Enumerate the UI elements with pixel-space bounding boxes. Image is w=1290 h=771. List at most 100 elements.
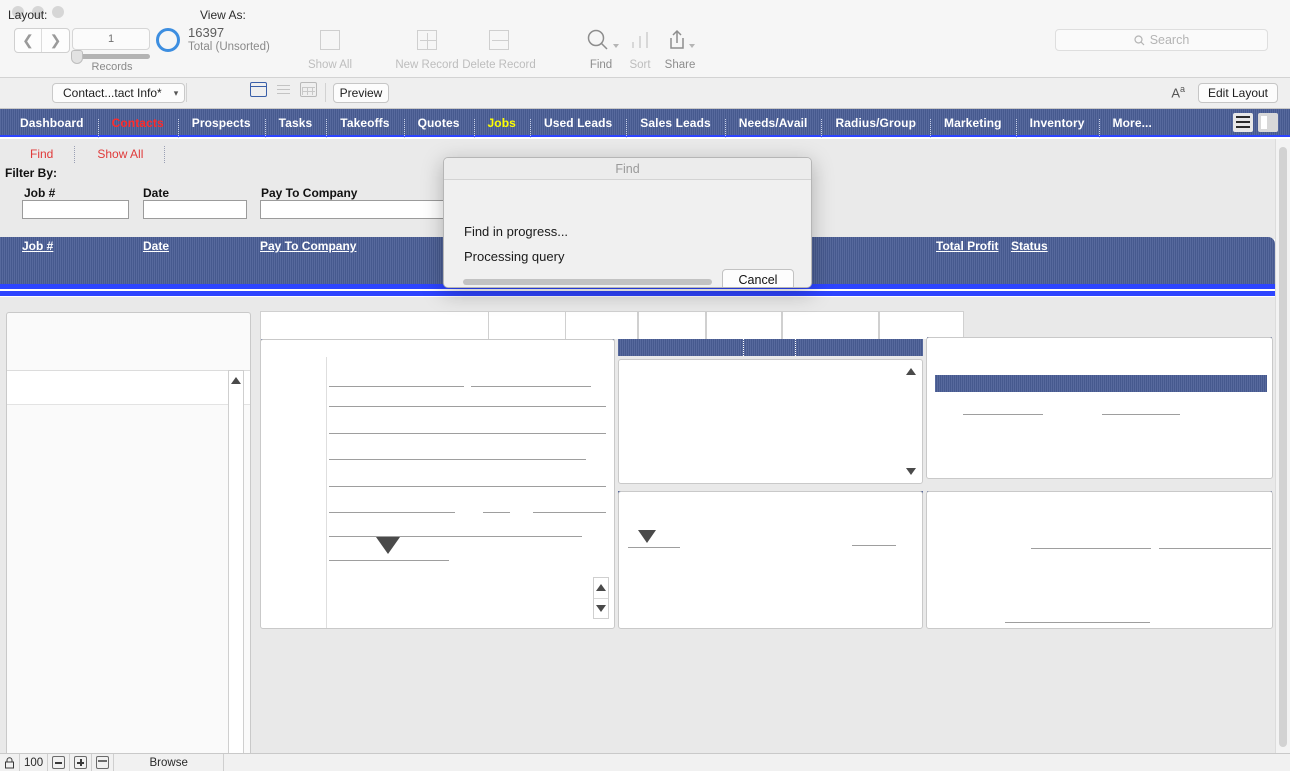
field-underline[interactable] [329,486,606,487]
left-panel-row [7,370,250,405]
scroll-up-icon[interactable] [231,377,241,384]
nav-tab-more[interactable]: More... [1099,116,1166,130]
mode-selector[interactable]: Browse [114,754,224,771]
middle-panel-scrollbar[interactable] [593,577,609,619]
nav-tab-prospects[interactable]: Prospects [178,116,265,130]
dialog-title: Find [444,158,811,180]
nav-tab-needs-avail[interactable]: Needs/Avail [725,116,822,130]
record-navigation[interactable]: ❮ ❯ [14,28,70,53]
current-record-field[interactable]: 1 [72,28,150,50]
column-header-job[interactable]: Job # [22,239,53,253]
delete-record-button[interactable]: Delete Record [452,26,546,71]
dropdown-triangle-icon[interactable] [376,537,400,554]
column-header-date[interactable]: Date [143,239,169,253]
nav-tab-takeoffs[interactable]: Takeoffs [326,116,403,130]
middle-right-tabstrip-5[interactable] [782,311,879,339]
list-view-icon[interactable] [275,82,292,97]
list-view-toggle-icon[interactable] [1233,113,1253,132]
edit-layout-button[interactable]: Edit Layout [1198,83,1278,103]
filter-action-tabs: Find Show All [8,146,165,163]
field-underline[interactable] [329,459,586,460]
right-subpanel-header [935,375,1267,392]
field-underline[interactable] [852,545,896,546]
column-header-totalprofit[interactable]: Total Profit [936,239,998,253]
scroll-up-icon[interactable] [906,368,916,375]
field-underline[interactable] [628,547,680,548]
preview-button[interactable]: Preview [333,83,389,103]
field-underline[interactable] [329,406,606,407]
window-vertical-scrollbar[interactable] [1275,139,1290,757]
middle-right-tabstrip-3[interactable] [638,311,706,339]
filter-input-date[interactable] [143,200,247,219]
field-underline[interactable] [483,512,510,513]
nav-tab-used-leads[interactable]: Used Leads [530,116,626,130]
table-view-icon[interactable] [300,82,317,97]
scroll-down-icon[interactable] [906,468,916,475]
right-bottom-panel [926,491,1273,629]
field-underline[interactable] [533,512,606,513]
find-action-tab[interactable]: Find [8,146,75,163]
nav-tab-jobs[interactable]: Jobs [474,116,530,130]
middle-right-tabstrip-6[interactable] [879,311,964,339]
lock-icon[interactable] [0,754,20,771]
found-set-pie-icon [156,28,180,52]
middle-right-tabstrip-4[interactable] [706,311,782,339]
cancel-button[interactable]: Cancel [722,269,794,288]
field-underline[interactable] [963,414,1043,415]
nav-tab-inventory[interactable]: Inventory [1016,116,1099,130]
show-all-action-tab[interactable]: Show All [75,146,165,163]
left-panel-scrollbar[interactable] [228,370,244,768]
field-underline[interactable] [1031,548,1151,549]
status-toolbar-toggle[interactable] [92,754,114,771]
dialog-status-line-1: Find in progress... [464,224,568,239]
zoom-in-button[interactable] [70,754,92,771]
field-underline[interactable] [471,386,591,387]
field-underline[interactable] [329,386,464,387]
middle-right-tabstrip-2[interactable] [565,311,638,339]
layout-select[interactable]: Contact...tact Info* ▾ [52,83,185,103]
column-header-status[interactable]: Status [1011,239,1048,253]
next-record-icon[interactable]: ❯ [42,29,69,52]
share-button[interactable]: Share [654,26,706,71]
text-format-icon[interactable]: Aa [1171,84,1185,100]
form-view-toggle-icon[interactable] [1258,113,1278,132]
scrollbar-thumb[interactable] [1279,147,1287,747]
field-underline[interactable] [329,433,606,434]
dropdown-triangle-icon[interactable] [638,530,656,543]
field-underline[interactable] [1005,622,1150,623]
layout-bar [0,78,1290,109]
form-view-icon[interactable] [250,82,267,97]
notes-scrollbar[interactable] [904,362,920,481]
show-all-button[interactable]: Show All [296,26,364,71]
records-label: Records [72,61,152,73]
module-navbar: DashboardContactsProspectsTasksTakeoffsQ… [0,109,1290,137]
nav-tab-contacts[interactable]: Contacts [98,116,178,130]
current-record-number: 1 [108,33,114,45]
nav-tab-quotes[interactable]: Quotes [404,116,474,130]
nav-tab-radius-group[interactable]: Radius/Group [821,116,930,130]
middle-right-tabstrip[interactable] [488,311,568,339]
nav-tab-marketing[interactable]: Marketing [930,116,1016,130]
field-underline[interactable] [1102,414,1180,415]
field-underline[interactable] [329,560,449,561]
field-underline[interactable] [329,512,455,513]
notes-panel[interactable] [618,359,923,484]
field-underline[interactable] [329,536,582,537]
zoom-out-button[interactable] [48,754,70,771]
maximize-window-button[interactable] [52,6,64,18]
column-header-paytocompany[interactable]: Pay To Company [260,239,356,253]
previous-record-icon[interactable]: ❮ [15,29,42,52]
status-bar: 100 Browse [0,753,1290,771]
nav-tab-tasks[interactable]: Tasks [265,116,327,130]
nav-tab-sales-leads[interactable]: Sales Leads [626,116,724,130]
view-mode-group [250,82,317,97]
share-label: Share [654,59,706,71]
filter-input-job[interactable] [22,200,129,219]
record-slider[interactable] [76,54,150,59]
search-input[interactable]: Search [1055,29,1268,51]
scroll-up-icon[interactable] [596,584,606,591]
share-icon [654,26,706,54]
nav-tab-dashboard[interactable]: Dashboard [6,116,98,130]
field-underline[interactable] [1159,548,1271,549]
scroll-down-icon[interactable] [596,605,606,612]
